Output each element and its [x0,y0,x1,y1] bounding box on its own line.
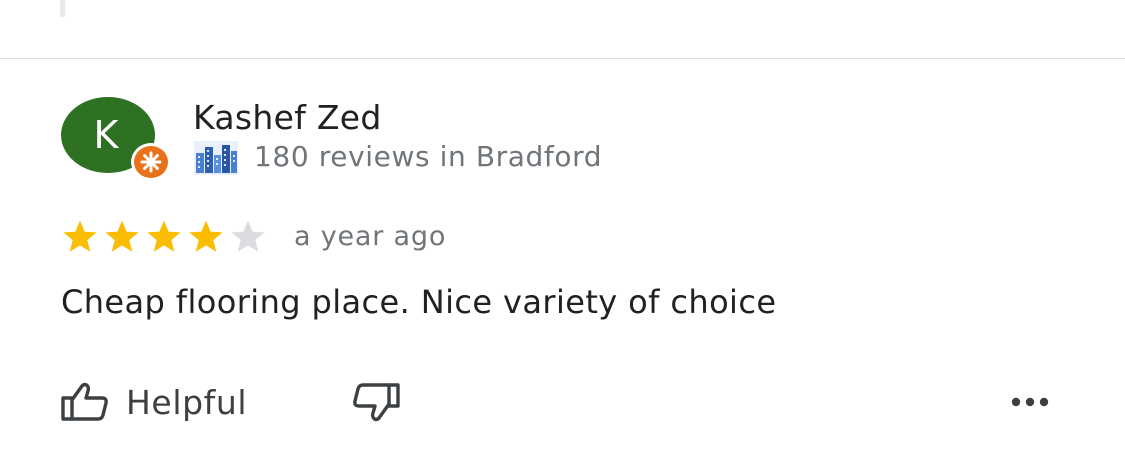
local-guide-star-icon [140,151,162,173]
more-options-button[interactable] [1000,375,1060,429]
star-empty-icon [231,220,265,252]
star-filled-icon [147,220,181,252]
city-icon [194,141,238,175]
thumb-down-icon [353,383,400,422]
local-guide-badge-icon [131,143,171,181]
review-card: K Kashef Zed 180 reviews in Bradford a y… [0,59,1125,476]
previous-review-quote-bar [60,0,65,17]
not-helpful-button[interactable] [346,375,406,429]
star-filled-icon [189,220,223,252]
thumb-up-icon [61,382,108,421]
review-text: Cheap flooring place. Nice variety of ch… [61,283,777,321]
star-filled-icon [105,220,139,252]
star-filled-icon [63,220,97,252]
reviewer-review-count[interactable]: 180 reviews in Bradford [254,137,602,177]
helpful-label: Helpful [126,382,248,422]
star-rating [61,219,267,255]
helpful-button[interactable]: Helpful [60,375,247,429]
avatar-initial: K [93,113,119,157]
more-horizontal-icon [1011,397,1049,407]
reviewer-name[interactable]: Kashef Zed [193,97,382,139]
review-age: a year ago [294,221,447,252]
